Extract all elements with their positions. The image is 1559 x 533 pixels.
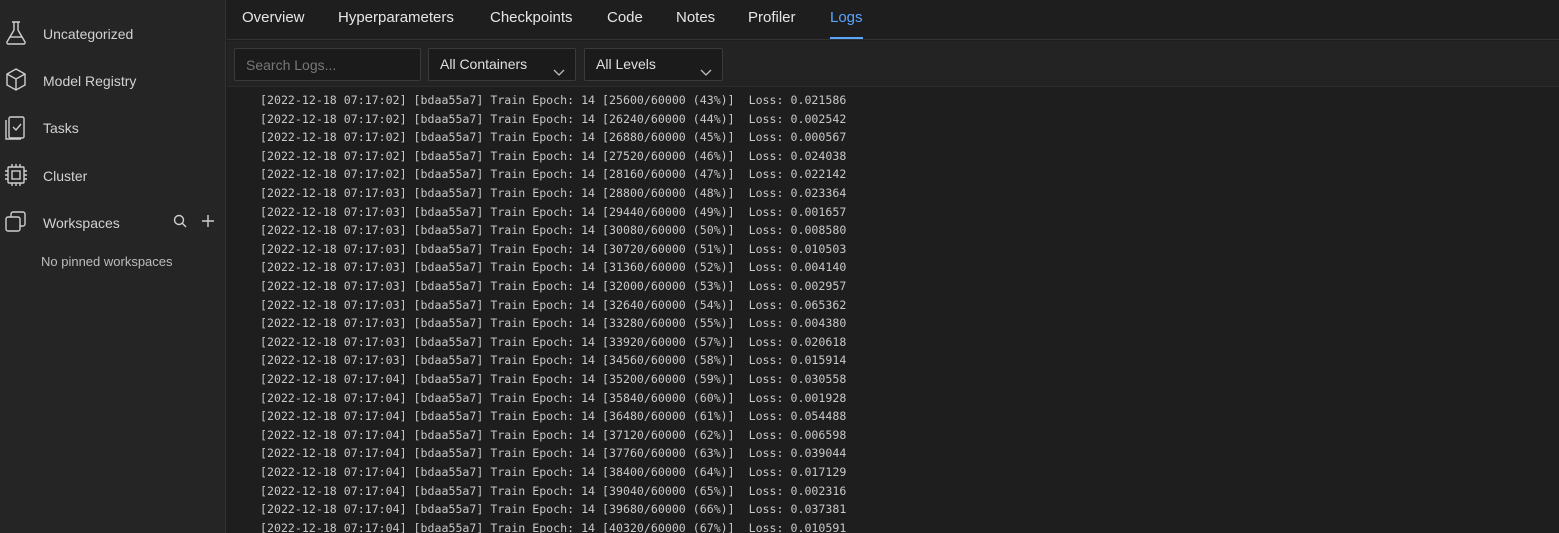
tasks-icon [4,113,28,141]
tab-hyperparameters[interactable]: Hyperparameters [338,0,454,39]
sidebar-item-cluster[interactable]: Cluster [0,156,226,196]
log-line: [2022-12-18 07:17:03] [bdaa55a7] Train E… [260,204,847,219]
log-line: [2022-12-18 07:17:02] [bdaa55a7] Train E… [260,148,847,163]
flask-icon [4,19,28,47]
sidebar-item-label: Cluster [43,168,88,184]
log-line: [2022-12-18 07:17:04] [bdaa55a7] Train E… [260,446,847,461]
sidebar-item-label: Tasks [43,120,79,136]
log-line: [2022-12-18 07:17:03] [bdaa55a7] Train E… [260,186,847,200]
sidebar-item-uncategorized[interactable]: Uncategorized [0,14,226,54]
sidebar: Uncategorized Model Registry Tasks Clust… [0,0,226,533]
workspace-actions [172,213,216,229]
tab-profiler[interactable]: Profiler [748,0,796,39]
log-line: [2022-12-18 07:17:03] [bdaa55a7] Train E… [260,241,847,256]
tab-code[interactable]: Code [607,0,643,39]
log-line: [2022-12-18 07:17:02] [bdaa55a7] Train E… [260,111,847,126]
log-line: [2022-12-18 07:17:02] [bdaa55a7] Train E… [260,93,847,107]
chevron-down-icon [553,58,565,76]
tab-checkpoints[interactable]: Checkpoints [490,0,573,39]
containers-select-value: All Containers [440,56,528,72]
sidebar-item-label: Uncategorized [43,26,134,42]
log-line: [2022-12-18 07:17:02] [bdaa55a7] Train E… [260,167,847,182]
cube-icon [4,66,28,94]
levels-select-value: All Levels [596,56,656,72]
log-line: [2022-12-18 07:17:03] [bdaa55a7] Train E… [260,260,847,275]
levels-select[interactable]: All Levels [584,48,723,81]
log-line: [2022-12-18 07:17:04] [bdaa55a7] Train E… [260,390,847,405]
tab-overview[interactable]: Overview [242,0,305,39]
log-line: [2022-12-18 07:17:03] [bdaa55a7] Train E… [260,223,847,238]
log-line: [2022-12-18 07:17:02] [bdaa55a7] Train E… [260,130,847,145]
tab-notes[interactable]: Notes [676,0,715,39]
tab-bar: Overview Hyperparameters Checkpoints Cod… [227,0,1559,40]
log-line: [2022-12-18 07:17:03] [bdaa55a7] Train E… [260,334,847,349]
no-pinned-workspaces-note: No pinned workspaces [41,254,173,269]
plus-icon[interactable] [200,213,216,229]
log-line: [2022-12-18 07:17:04] [bdaa55a7] Train E… [260,427,847,442]
log-line: [2022-12-18 07:17:04] [bdaa55a7] Train E… [260,372,847,386]
log-line: [2022-12-18 07:17:03] [bdaa55a7] Train E… [260,316,847,331]
main-panel: Overview Hyperparameters Checkpoints Cod… [227,0,1559,533]
search-icon[interactable] [172,213,188,229]
chip-icon [4,161,28,189]
log-line: [2022-12-18 07:17:04] [bdaa55a7] Train E… [260,502,847,517]
workspaces-icon [4,208,28,236]
chevron-down-icon [700,58,712,76]
log-line: [2022-12-18 07:17:03] [bdaa55a7] Train E… [260,279,847,293]
containers-select[interactable]: All Containers [428,48,576,81]
log-line: [2022-12-18 07:17:04] [bdaa55a7] Train E… [260,465,847,479]
log-line: [2022-12-18 07:17:04] [bdaa55a7] Train E… [260,409,847,424]
search-logs-input[interactable] [234,48,421,81]
tab-logs[interactable]: Logs [830,0,863,39]
log-output[interactable]: [2022-12-18 07:17:02] [bdaa55a7] Train E… [227,88,1559,533]
sidebar-item-tasks[interactable]: Tasks [0,108,226,148]
log-line: [2022-12-18 07:17:04] [bdaa55a7] Train E… [260,520,847,533]
log-line: [2022-12-18 07:17:03] [bdaa55a7] Train E… [260,297,847,312]
sidebar-item-label: Model Registry [43,73,137,89]
log-line: [2022-12-18 07:17:04] [bdaa55a7] Train E… [260,483,847,498]
sidebar-item-label: Workspaces [43,215,120,231]
sidebar-item-workspaces[interactable]: Workspaces [0,203,226,243]
log-line: [2022-12-18 07:17:03] [bdaa55a7] Train E… [260,353,847,368]
log-toolbar: All Containers All Levels [227,41,1559,87]
sidebar-item-model-registry[interactable]: Model Registry [0,61,226,101]
